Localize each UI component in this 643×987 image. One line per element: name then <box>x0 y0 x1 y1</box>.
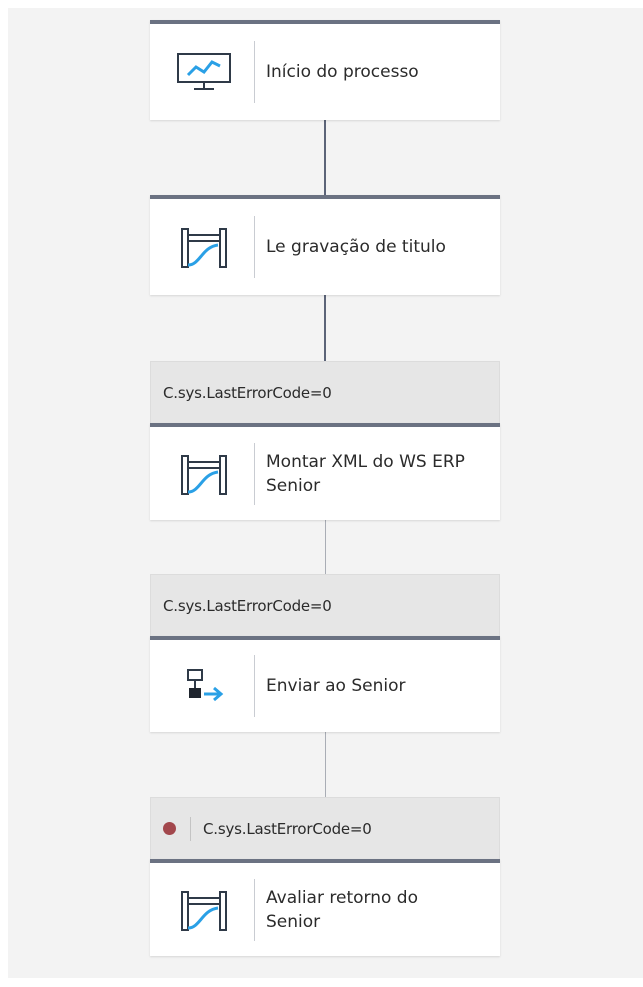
condition-header[interactable]: C.sys.LastErrorCode=0 <box>150 361 500 423</box>
node-label: Enviar ao Senior <box>266 676 406 696</box>
condition-header[interactable]: C.sys.LastErrorCode=0 <box>150 797 500 859</box>
node-label: Início do processo <box>266 62 419 82</box>
flow-node-start[interactable]: Início do processo <box>150 20 500 120</box>
node-separator <box>254 878 255 941</box>
node-separator <box>254 655 255 717</box>
flow-node-send[interactable]: Enviar ao Senior <box>150 636 500 732</box>
gate-line-icon <box>172 886 236 934</box>
gate-line-icon <box>172 450 236 498</box>
condition-separator <box>190 816 191 841</box>
connector-1-2 <box>324 120 326 198</box>
condition-text: C.sys.LastErrorCode=0 <box>163 383 332 402</box>
connector-2-3 <box>324 295 326 361</box>
connector-3-4 <box>325 520 326 574</box>
condition-header[interactable]: C.sys.LastErrorCode=0 <box>150 574 500 636</box>
monitor-chart-icon <box>172 48 236 96</box>
condition-text: C.sys.LastErrorCode=0 <box>203 819 372 838</box>
flow-node-build-xml[interactable]: Montar XML do WS ERP Senior <box>150 423 500 520</box>
gate-line-icon <box>172 223 236 271</box>
node-separator <box>254 442 255 505</box>
send-node-icon <box>172 662 236 710</box>
condition-text: C.sys.LastErrorCode=0 <box>163 596 332 615</box>
connector-4-5 <box>325 732 326 797</box>
node-label: Avaliar retorno do Senior <box>266 887 418 932</box>
node-separator <box>254 41 255 103</box>
flow-node-read-record[interactable]: Le gravação de titulo <box>150 195 500 295</box>
flow-node-evaluate-return[interactable]: Avaliar retorno do Senior <box>150 859 500 956</box>
flow-canvas[interactable]: Início do processo Le gravação de titulo… <box>8 8 643 978</box>
node-label: Montar XML do WS ERP Senior <box>266 451 465 496</box>
node-separator <box>254 216 255 278</box>
breakpoint-dot-icon[interactable] <box>163 822 176 835</box>
node-label: Le gravação de titulo <box>266 237 446 257</box>
